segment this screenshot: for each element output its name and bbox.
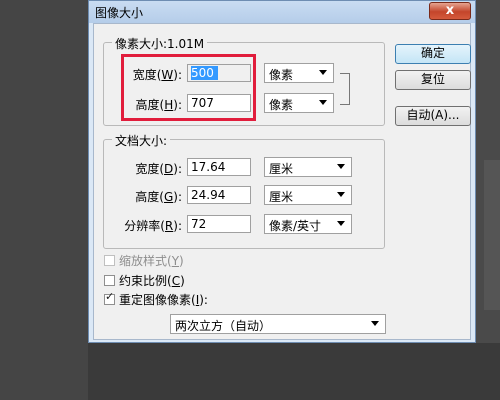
doc-height-mnemonic: G xyxy=(163,190,174,204)
pixel-dimensions-legend: 像素大小:1.01M xyxy=(112,35,208,52)
close-icon: x xyxy=(445,3,455,18)
scale-styles-checkbox[interactable] xyxy=(104,255,115,266)
checkmark-icon: ✓ xyxy=(105,290,115,303)
doc-height-input[interactable] xyxy=(187,186,251,204)
scale-styles-label-text: 缩放样式 xyxy=(119,254,168,268)
doc-height-label-text: 高度 xyxy=(135,190,160,204)
doc-width-label: 宽度(D): xyxy=(135,162,182,176)
title-bar[interactable]: 图像大小 x xyxy=(89,1,475,23)
resolution-input[interactable] xyxy=(187,215,251,233)
dialog-body: 像素大小:1.01M 宽度(W): 像素 高度(H): 像素 确定 复位 自动(… xyxy=(93,23,471,340)
resample-label-text: 重定图像像素 xyxy=(119,293,192,307)
background-right xyxy=(476,0,500,400)
resample-label: 重定图像像素(I): xyxy=(119,293,208,307)
resample-mnemonic: I xyxy=(195,293,200,307)
pixel-height-unit-select[interactable]: 像素 xyxy=(264,93,334,113)
doc-width-mnemonic: D xyxy=(164,162,174,176)
reset-button[interactable]: 复位 xyxy=(395,70,471,90)
constrain-proportions-label: 约束比例(C) xyxy=(119,274,185,288)
doc-width-input[interactable] xyxy=(187,158,251,176)
chevron-down-icon xyxy=(319,70,327,75)
resolution-unit-select[interactable]: 像素/英寸 xyxy=(264,214,352,234)
constrain-proportions-checkbox[interactable] xyxy=(104,275,115,286)
resample-checkbox[interactable]: ✓ xyxy=(104,290,115,305)
link-bracket xyxy=(340,73,350,105)
highlight-box xyxy=(121,54,256,121)
resample-method-value: 两次立方（自动） xyxy=(175,319,272,333)
dialog-title: 图像大小 xyxy=(95,6,144,20)
resolution-label: 分辨率(R): xyxy=(124,219,182,233)
background-bottom xyxy=(88,343,500,400)
auto-button[interactable]: 自动(A)... xyxy=(395,106,471,126)
chevron-down-icon xyxy=(337,192,345,197)
doc-width-unit-select[interactable]: 厘米 xyxy=(264,157,352,177)
doc-width-unit-value: 厘米 xyxy=(269,162,294,176)
resolution-unit-value: 像素/英寸 xyxy=(269,219,322,233)
doc-height-unit-value: 厘米 xyxy=(269,190,294,204)
scale-styles-label: 缩放样式(Y) xyxy=(119,254,184,268)
background-left xyxy=(0,0,88,400)
pixel-height-unit-value: 像素 xyxy=(269,98,294,112)
chevron-down-icon xyxy=(371,321,379,326)
doc-height-label: 高度(G): xyxy=(135,190,182,204)
resample-method-select[interactable]: 两次立方（自动） xyxy=(170,314,386,334)
document-size-legend: 文档大小: xyxy=(112,132,171,149)
pixel-width-unit-value: 像素 xyxy=(269,68,294,82)
doc-width-label-text: 宽度 xyxy=(135,162,160,176)
image-size-dialog: 图像大小 x 像素大小:1.01M 宽度(W): 像素 高度(H): 像素 确定… xyxy=(88,0,476,343)
close-button[interactable]: x xyxy=(429,2,471,20)
document-size-group: 文档大小: 宽度(D): 厘米 高度(G): 厘米 分辨率(R): 像素/英寸 xyxy=(103,132,385,249)
ok-button[interactable]: 确定 xyxy=(395,44,471,64)
doc-height-unit-select[interactable]: 厘米 xyxy=(264,185,352,205)
background-strip xyxy=(484,160,500,310)
chevron-down-icon xyxy=(337,221,345,226)
constrain-proportions-mnemonic: C xyxy=(171,274,181,288)
chevron-down-icon xyxy=(337,164,345,169)
constrain-proportions-label-text: 约束比例 xyxy=(119,274,168,288)
resolution-label-text: 分辨率 xyxy=(124,219,161,233)
pixel-width-unit-select[interactable]: 像素 xyxy=(264,63,334,83)
resolution-mnemonic: R xyxy=(164,219,174,233)
chevron-down-icon xyxy=(319,100,327,105)
scale-styles-mnemonic: Y xyxy=(171,254,180,268)
